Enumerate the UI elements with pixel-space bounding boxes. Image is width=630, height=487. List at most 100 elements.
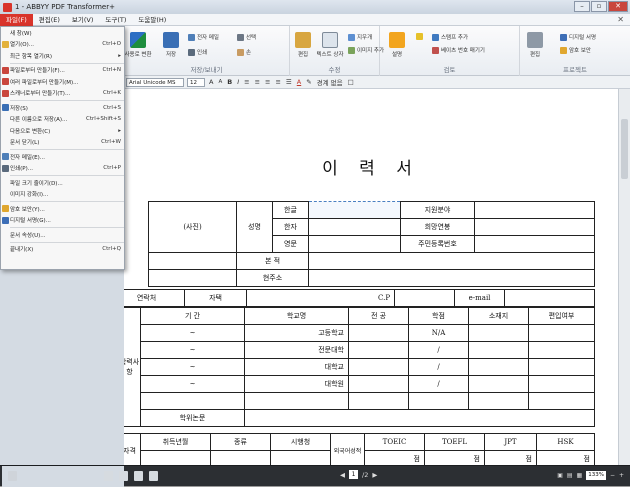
print-button[interactable]: 인쇄 (188, 48, 207, 56)
thesis-value[interactable] (244, 409, 595, 427)
transfer-value[interactable] (528, 375, 595, 393)
menu-file[interactable]: 파일(F) (0, 13, 33, 26)
hanja-name-value[interactable] (308, 218, 401, 236)
single-page-icon[interactable] (104, 471, 113, 481)
vertical-scrollbar[interactable] (618, 89, 630, 470)
highlight-button[interactable] (416, 33, 423, 40)
continuous-icon[interactable] (119, 471, 128, 481)
scroll-thumb[interactable] (621, 119, 628, 179)
fit-page-icon[interactable]: ▣ (557, 472, 563, 479)
next-page-icon[interactable]: ▶ (372, 471, 377, 479)
transfer-value[interactable] (528, 341, 595, 359)
menu-item-reduce-size[interactable]: 파일 크기 줄이기(D)... (1, 177, 124, 189)
desired-field-value[interactable] (474, 201, 595, 219)
fill-icon[interactable]: □ (347, 78, 355, 86)
menu-item-print[interactable]: 인쇄(P)... Ctrl+P (1, 163, 124, 175)
zoom-select[interactable]: 133% (586, 471, 606, 480)
bates-button[interactable]: 베이츠 번호 매기기 (432, 46, 485, 54)
project-edit-button[interactable]: 편집 (526, 32, 544, 58)
menu-item-enhance-image[interactable]: 이미지 강화(I)... (1, 189, 124, 201)
page-number-input[interactable]: 1 (349, 470, 358, 479)
eraser-button[interactable]: 지우개 (348, 33, 372, 41)
menu-item-open[interactable]: 열기(O)... Ctrl+O (1, 39, 124, 51)
close-document-icon[interactable]: ✕ (617, 15, 624, 24)
english-name-value[interactable] (308, 235, 401, 253)
textbox-button[interactable]: 텍스트 상자 (316, 32, 344, 58)
location-value[interactable] (468, 324, 529, 342)
menu-help[interactable]: 도움말(H) (132, 14, 172, 26)
menu-item-new-window[interactable]: 새 창(W) (1, 27, 124, 39)
menu-tools[interactable]: 도구(T) (99, 14, 132, 26)
korean-name-input[interactable] (308, 201, 401, 219)
menu-item-exit[interactable]: 끝내기(X) Ctrl+Q (1, 244, 124, 256)
menu-item-email[interactable]: 전자 메일(E)... (1, 151, 124, 163)
edit-button[interactable]: 편집 (294, 32, 312, 58)
image-add-button[interactable]: 이미지 추가 (348, 46, 384, 54)
hanja-label: 한자 (272, 218, 309, 236)
pen-icon[interactable]: ✎ (305, 78, 312, 86)
list-icon[interactable]: ☰ (285, 78, 293, 86)
document-canvas: 이 력 서 (사진) 성명 한글 지원분야 한자 희망연봉 영문 주민등록번호 (124, 89, 618, 465)
hand-button[interactable]: 손 (237, 48, 251, 56)
zoom-out-icon[interactable]: − (610, 472, 615, 479)
menu-item-recent[interactable]: 최근 항목 열기(R) ▸ (1, 50, 124, 62)
major-value[interactable] (348, 358, 409, 376)
comment-button[interactable]: 설명 (388, 32, 406, 58)
menu-item-password[interactable]: 암호 보안(Y)... (1, 203, 124, 215)
select-button[interactable]: 선택 (237, 33, 256, 41)
menu-item-close[interactable]: 문서 닫기(L) Ctrl+W (1, 137, 124, 149)
menu-item-properties[interactable]: 문서 속성(U)... (1, 229, 124, 241)
security-button[interactable]: 암호 보안 (560, 46, 591, 54)
align-center-icon[interactable]: ≡ (254, 78, 261, 86)
menu-edit[interactable]: 편집(E) (33, 14, 66, 26)
signature-button[interactable]: 디지털 서명 (560, 33, 596, 41)
desired-salary-value[interactable] (474, 218, 595, 236)
menu-item-save[interactable]: 저장(S) Ctrl+S (1, 102, 124, 114)
convert-button[interactable]: 사용로 변환 (122, 32, 154, 58)
major-value[interactable] (348, 341, 409, 359)
font-color-button[interactable]: A (296, 78, 302, 86)
border-select[interactable]: 경계 없음 (316, 77, 344, 87)
prev-page-icon[interactable]: ◀ (340, 471, 345, 479)
email-value[interactable] (504, 289, 596, 307)
maximize-button[interactable]: ▫ (591, 1, 607, 12)
major-value[interactable] (348, 375, 409, 393)
justify-icon[interactable]: ≡ (274, 78, 281, 86)
menu-view[interactable]: 보기(V) (66, 14, 99, 26)
transfer-value[interactable] (528, 358, 595, 376)
location-value[interactable] (468, 358, 529, 376)
major-value[interactable] (348, 324, 409, 342)
align-left-icon[interactable]: ≡ (243, 78, 250, 86)
italic-button[interactable]: I (236, 78, 240, 86)
bold-button[interactable]: B (226, 78, 233, 86)
resident-number-value[interactable] (474, 235, 595, 253)
menu-item-signature[interactable]: 디지털 서명(G)... (1, 215, 124, 227)
fit-width-icon[interactable]: ▤ (567, 472, 573, 479)
grow-font-button[interactable]: A (208, 78, 214, 86)
cp-value[interactable] (394, 289, 456, 307)
transfer-value[interactable] (528, 324, 595, 342)
menu-item-create-from-scanner[interactable]: 스캐너로부터 만들기(T)... Ctrl+K (1, 88, 124, 100)
domicile-value[interactable] (308, 252, 595, 270)
zoom-tool-icon[interactable]: ▦ (577, 472, 583, 479)
mail-button[interactable]: 전자 메일 (188, 33, 219, 41)
save-button[interactable]: 저장 (160, 32, 182, 58)
grid-view-icon[interactable] (149, 471, 158, 481)
location-value[interactable] (468, 375, 529, 393)
menu-item-create-from-files[interactable]: 여러 파일로부터 만들기(M)... (1, 76, 124, 88)
pin-icon[interactable] (8, 471, 17, 481)
zoom-in-icon[interactable]: + (619, 472, 624, 479)
menu-item-create-from-file[interactable]: 파일로부터 만들기(F)... Ctrl+N (1, 65, 124, 77)
align-right-icon[interactable]: ≡ (264, 78, 271, 86)
close-button[interactable]: ✕ (608, 1, 628, 12)
menu-item-save-as[interactable]: 다른 이름으로 저장(A)... Ctrl+Shift+S (1, 114, 124, 126)
location-value[interactable] (468, 341, 529, 359)
stamp-add-button[interactable]: 스탬프 추가 (432, 33, 468, 41)
minimize-button[interactable]: – (574, 1, 590, 12)
shrink-font-button[interactable]: A (217, 79, 223, 85)
size-select[interactable]: 12 (187, 77, 205, 87)
two-page-icon[interactable] (134, 471, 143, 481)
address-value[interactable] (308, 269, 595, 287)
menu-item-convert[interactable]: 다음으로 변환(C) ▸ (1, 125, 124, 137)
font-select[interactable]: Arial Unicode MS (126, 77, 184, 87)
